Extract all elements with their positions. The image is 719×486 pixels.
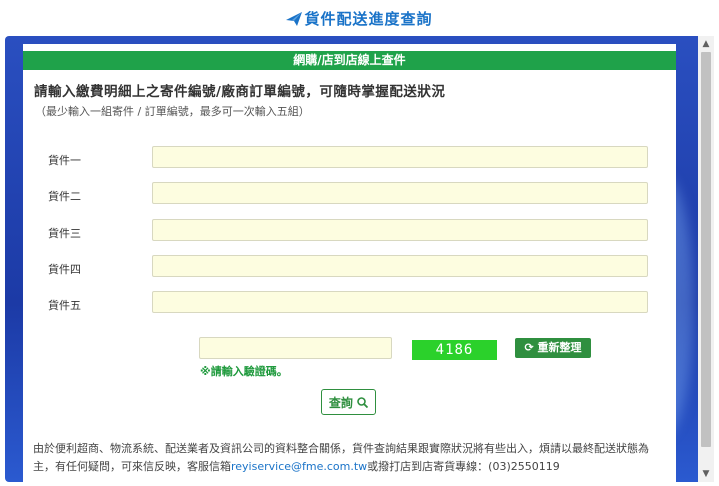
- scroll-down-arrow-icon[interactable]: ▼: [698, 466, 714, 482]
- refresh-icon: ⟳: [524, 341, 534, 354]
- hint-text: （最少輸入一組寄件 / 訂單編號，最多可一次輸入五組）: [35, 105, 310, 118]
- notice-text-after: 或撥打店到店寄貨專線：(03)2550119: [367, 460, 560, 473]
- shipment-input-1[interactable]: [152, 146, 648, 168]
- shipment-row-3: 貨件三: [48, 219, 676, 245]
- scrollbar[interactable]: ▲ ▼: [698, 36, 714, 482]
- support-email-link[interactable]: reyiservice@fme.com.tw: [231, 460, 367, 473]
- shipment-label-5: 貨件五: [48, 299, 81, 312]
- refresh-captcha-button[interactable]: ⟳ 重新整理: [515, 338, 591, 358]
- shipment-row-4: 貨件四: [48, 255, 676, 281]
- tracking-frame: 網購/店到店線上查件 請輸入繳費明細上之寄件編號/廠商訂單編號，可隨時掌握配送狀…: [5, 36, 714, 482]
- captcha-image: 4186: [412, 340, 497, 360]
- notice-text: 由於便利超商、物流系統、配送業者及資訊公司的資料整合關係，貨件查詢結果跟實際狀況…: [33, 440, 663, 476]
- shipment-label-1: 貨件一: [48, 154, 81, 167]
- query-label: 查詢: [328, 396, 353, 410]
- captcha-input[interactable]: [199, 337, 392, 359]
- refresh-label: 重新整理: [537, 341, 582, 354]
- page-title-text: 貨件配送進度查詢: [304, 10, 433, 28]
- shipment-input-2[interactable]: [152, 182, 648, 204]
- shipment-label-3: 貨件三: [48, 227, 81, 240]
- shipment-input-4[interactable]: [152, 255, 648, 277]
- query-button[interactable]: 查詢: [321, 389, 376, 415]
- scroll-up-arrow-icon[interactable]: ▲: [698, 36, 714, 52]
- instruction-text: 請輸入繳費明細上之寄件編號/廠商訂單編號，可隨時掌握配送狀況: [34, 84, 446, 100]
- tracking-panel: 網購/店到店線上查件 請輸入繳費明細上之寄件編號/廠商訂單編號，可隨時掌握配送狀…: [23, 44, 676, 482]
- shipment-label-4: 貨件四: [48, 263, 81, 276]
- shipment-row-1: 貨件一: [48, 146, 676, 172]
- scrollbar-thumb[interactable]: [701, 52, 711, 447]
- shipment-input-5[interactable]: [152, 291, 648, 313]
- shipment-label-2: 貨件二: [48, 190, 81, 203]
- paper-plane-icon: [286, 12, 303, 30]
- shipment-row-2: 貨件二: [48, 182, 676, 208]
- shipment-row-5: 貨件五: [48, 291, 676, 317]
- captcha-hint: ※請輸入驗證碼。: [200, 365, 288, 378]
- shipment-input-3[interactable]: [152, 219, 648, 241]
- page-title: 貨件配送進度查詢: [0, 8, 719, 30]
- panel-header: 網購/店到店線上查件: [23, 51, 676, 70]
- search-icon: [357, 396, 369, 410]
